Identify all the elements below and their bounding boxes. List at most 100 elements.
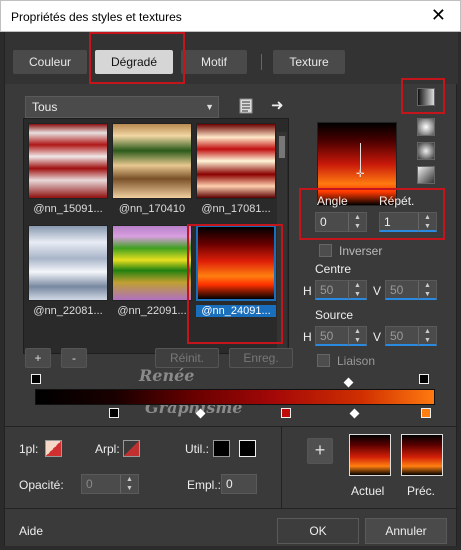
remove-gradient-button[interactable]: - bbox=[61, 348, 87, 368]
divider bbox=[281, 426, 282, 508]
transparency-stop-start[interactable] bbox=[31, 374, 41, 384]
tab-bar: Couleur Dégradé Motif Texture bbox=[5, 32, 458, 84]
close-icon[interactable]: ✕ bbox=[431, 5, 446, 25]
invert-checkbox[interactable] bbox=[319, 244, 332, 257]
arrow-right-icon[interactable]: ➜ bbox=[271, 96, 287, 114]
gallery-item[interactable]: @nn_22091... bbox=[112, 225, 192, 325]
spinner-arrows-icon[interactable]: ▲ ▼ bbox=[418, 281, 436, 299]
gallery-item-label: @nn_22091... bbox=[117, 305, 187, 317]
chevron-down-icon: ▼ bbox=[205, 102, 214, 112]
repeat-spinner[interactable]: 1 ▲ ▼ bbox=[379, 212, 437, 232]
center-v-label: V bbox=[373, 284, 382, 298]
source-v-value: 50 bbox=[390, 329, 404, 343]
position-field[interactable]: 0 bbox=[221, 474, 257, 494]
gallery-swatch bbox=[112, 123, 192, 199]
stop-color-selected-swatch[interactable] bbox=[239, 440, 256, 457]
angle-label: Angle bbox=[317, 194, 348, 208]
gallery-item[interactable]: @nn_15091... bbox=[28, 123, 108, 223]
crosshair-icon: ✛ bbox=[356, 169, 365, 180]
gallery-item[interactable]: @nn_170410 bbox=[112, 123, 192, 223]
source-h-value: 50 bbox=[320, 329, 334, 343]
add-gradient-button[interactable]: + bbox=[25, 348, 51, 368]
spinner-arrows-icon[interactable]: ▲ ▼ bbox=[348, 327, 366, 345]
gallery-item-label: @nn_17081... bbox=[201, 203, 271, 215]
tab-couleur[interactable]: Couleur bbox=[13, 50, 87, 74]
scrollbar-thumb[interactable] bbox=[279, 136, 285, 158]
position-value: 0 bbox=[226, 477, 233, 491]
save-button[interactable]: Enreg. bbox=[229, 348, 293, 368]
divider bbox=[5, 426, 458, 427]
gallery-item-label: @nn_22081... bbox=[33, 305, 103, 317]
transparency-midpoint[interactable] bbox=[343, 377, 354, 388]
background-color-swatch[interactable] bbox=[123, 440, 140, 457]
angle-value: 0 bbox=[320, 215, 327, 229]
help-link[interactable]: Aide bbox=[19, 524, 43, 538]
source-h-spinner[interactable]: 50 ▲ ▼ bbox=[315, 326, 367, 346]
highlight-box-degrade bbox=[89, 32, 185, 84]
spinner-arrows-icon[interactable]: ▲ ▼ bbox=[418, 213, 436, 231]
highlight-box-gradient-type bbox=[401, 78, 445, 114]
link-checkbox[interactable] bbox=[317, 354, 330, 367]
reset-button[interactable]: Réinit. bbox=[155, 348, 219, 368]
cancel-button[interactable]: Annuler bbox=[365, 518, 447, 544]
repeat-value: 1 bbox=[384, 215, 391, 229]
opacity-value: 0 bbox=[86, 477, 93, 491]
color-stop-red[interactable] bbox=[281, 408, 291, 418]
spinner-arrows-icon[interactable]: ▲ ▼ bbox=[418, 327, 436, 345]
gallery-item-label: @nn_170410 bbox=[118, 203, 186, 215]
foreground-color-swatch[interactable] bbox=[45, 440, 62, 457]
use-label: Util.: bbox=[185, 442, 209, 456]
opacity-label: Opacité: bbox=[19, 478, 64, 492]
color-stop-black[interactable] bbox=[109, 408, 119, 418]
watermark-line1: Renée bbox=[139, 366, 195, 385]
category-dropdown[interactable]: Tous ▼ bbox=[25, 96, 219, 118]
current-label: Actuel bbox=[351, 484, 385, 498]
position-label: Empl.: bbox=[187, 478, 222, 492]
gallery-item[interactable]: @nn_22081... bbox=[28, 225, 108, 325]
title-bar: Propriétés des styles et textures ✕ bbox=[0, 0, 461, 32]
center-h-label: H bbox=[303, 284, 312, 298]
gallery-swatch bbox=[196, 123, 276, 199]
add-to-swatches-button[interactable]: + bbox=[307, 438, 333, 464]
rectangular-gradient-type-icon[interactable] bbox=[417, 118, 435, 136]
link-label: Liaison bbox=[337, 354, 376, 368]
dialog-body: Couleur Dégradé Motif Texture Tous ▼ ➜ @… bbox=[4, 32, 458, 546]
foreground-stop-label: 1pl: bbox=[19, 442, 39, 456]
gallery-item[interactable]: @nn_17081... bbox=[196, 123, 276, 223]
gradient-stop-bar[interactable] bbox=[35, 389, 435, 405]
ok-button[interactable]: OK bbox=[277, 518, 359, 544]
repeat-label: Répét. bbox=[379, 194, 415, 208]
center-h-spinner[interactable]: 50 ▲ ▼ bbox=[315, 280, 367, 300]
spinner-arrows-icon[interactable]: ▲ ▼ bbox=[120, 475, 138, 493]
previous-label: Préc. bbox=[407, 484, 436, 498]
opacity-spinner[interactable]: 0 ▲ ▼ bbox=[81, 474, 139, 494]
source-label: Source bbox=[315, 308, 354, 322]
stop-color-swatch[interactable] bbox=[213, 440, 230, 457]
previous-style-preview[interactable] bbox=[401, 434, 443, 476]
color-midpoint[interactable] bbox=[349, 408, 360, 419]
source-v-spinner[interactable]: 50 ▲ ▼ bbox=[385, 326, 437, 346]
background-stop-label: Arpl: bbox=[95, 442, 120, 456]
angle-spinner[interactable]: 0 ▲ ▼ bbox=[315, 212, 367, 232]
current-style-preview bbox=[349, 434, 391, 476]
gallery-swatch bbox=[28, 123, 108, 199]
transparency-stop-end[interactable] bbox=[419, 374, 429, 384]
center-v-value: 50 bbox=[390, 283, 404, 297]
tab-motif[interactable]: Motif bbox=[181, 50, 247, 74]
center-h-value: 50 bbox=[320, 283, 334, 297]
sunburst-gradient-type-icon[interactable] bbox=[417, 142, 435, 160]
category-value: Tous bbox=[32, 100, 58, 114]
window-title: Propriétés des styles et textures bbox=[11, 10, 182, 24]
highlight-box-selected-gradient bbox=[187, 224, 283, 344]
source-h-label: H bbox=[303, 330, 312, 344]
tab-texture[interactable]: Texture bbox=[273, 50, 345, 74]
center-v-spinner[interactable]: 50 ▲ ▼ bbox=[385, 280, 437, 300]
spinner-arrows-icon[interactable]: ▲ ▼ bbox=[348, 213, 366, 231]
divider bbox=[5, 508, 458, 509]
source-v-label: V bbox=[373, 330, 382, 344]
spinner-arrows-icon[interactable]: ▲ ▼ bbox=[348, 281, 366, 299]
library-icon[interactable] bbox=[239, 98, 253, 114]
radial-gradient-type-icon[interactable] bbox=[417, 166, 435, 184]
invert-label: Inverser bbox=[339, 244, 383, 258]
color-stop-orange[interactable] bbox=[421, 408, 431, 418]
